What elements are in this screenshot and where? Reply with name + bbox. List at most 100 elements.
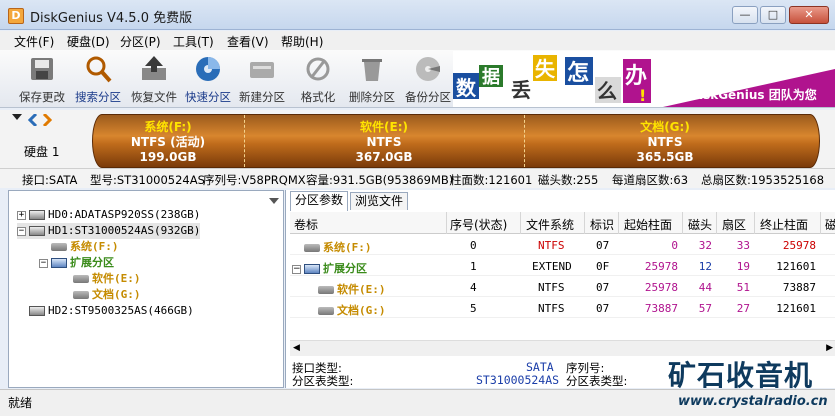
- row-filesystem: NTFS: [538, 302, 565, 315]
- partition-icon: [318, 307, 334, 315]
- row-end-cyl: 25978: [782, 239, 816, 252]
- partition-segment-system[interactable]: 系统(F:) NTFS (活动) 199.0GB: [92, 114, 244, 168]
- col-start-cyl[interactable]: 起始柱面: [624, 216, 672, 233]
- format-label: 格式化: [300, 90, 336, 104]
- menu-view[interactable]: 查看(V): [227, 33, 269, 50]
- next-disk-icon[interactable]: [42, 114, 52, 126]
- menu-help[interactable]: 帮助(H): [281, 33, 323, 50]
- row-head: 57: [698, 302, 712, 315]
- scroll-right-icon[interactable]: ▶: [826, 343, 833, 353]
- info-total-sectors: 总扇区数:1953525168: [701, 173, 825, 187]
- row-id: 07: [596, 281, 610, 294]
- row-label-cell: 软件(E:): [318, 281, 386, 297]
- row-filesystem: EXTEND: [532, 260, 572, 273]
- app-logo-icon: D: [8, 8, 24, 24]
- tree-label: 软件(E:): [92, 272, 141, 285]
- collapse-icon[interactable]: −: [17, 226, 26, 236]
- col-end-cyl[interactable]: 终止柱面: [760, 216, 808, 233]
- row-label: 文档(G:): [337, 304, 386, 317]
- col-head[interactable]: 磁头: [688, 216, 712, 233]
- banner-char-0: 数: [456, 76, 477, 100]
- col-filesystem[interactable]: 文件系统: [526, 216, 574, 233]
- row-id: 07: [596, 239, 610, 252]
- tree-partition-extended[interactable]: − 扩展分区: [39, 255, 114, 271]
- partition-segment-documents[interactable]: 文档(G:) NTFS 365.5GB: [524, 114, 806, 168]
- col-index[interactable]: 序号(状态): [450, 216, 507, 233]
- table-row[interactable]: 文档(G:) 5 NTFS 07 73887 57 27 121601: [290, 298, 835, 318]
- delete-partition-button[interactable]: 删除分区: [344, 52, 400, 106]
- row-end-cyl: 121601: [776, 260, 816, 273]
- info-interface: 接口:SATA: [22, 173, 78, 187]
- pane-collapse-icon[interactable]: [269, 193, 279, 204]
- collapse-arrow-icon[interactable]: [12, 114, 22, 122]
- banner-text: DiskGenius 团队为您: [689, 87, 817, 102]
- banner-char-4: 怎: [567, 60, 589, 86]
- segment-fs: NTFS: [647, 135, 683, 149]
- col-head-2[interactable]: 磁: [825, 216, 835, 233]
- col-divider: [754, 212, 755, 234]
- menu-tools[interactable]: 工具(T): [173, 33, 214, 50]
- segment-fs: NTFS: [130, 135, 166, 149]
- disk-tree: + HD0:ADATASP920SS(238GB) − HD1:ST31000524…: [8, 190, 284, 388]
- detail-iface-value: SATA: [526, 360, 554, 374]
- minimize-button[interactable]: —: [732, 6, 758, 24]
- tree-partition-documents[interactable]: 文档(G:): [73, 287, 141, 303]
- disk-info-line: 接口:SATA 型号:ST31000524AS 序列号:V58PRQMX 容量:…: [0, 168, 835, 188]
- partition-icon: [73, 291, 89, 299]
- table-row[interactable]: 软件(E:) 4 NTFS 07 25978 44 51 73887: [290, 277, 835, 297]
- backup-partition-button[interactable]: 备份分区: [400, 52, 456, 106]
- tab-partition-params[interactable]: 分区参数: [290, 191, 349, 211]
- tree-disk-hd1[interactable]: − HD1:ST31000524AS(932GB): [17, 223, 201, 239]
- save-changes-button[interactable]: 保存更改: [14, 52, 70, 106]
- format-button[interactable]: 格式化: [290, 52, 346, 106]
- close-button[interactable]: ✕: [789, 6, 829, 24]
- promo-banner[interactable]: 数 据 丢 失 怎 么 办 ! DiskGenius 团队为您: [453, 51, 835, 107]
- save-icon: [31, 58, 53, 80]
- col-sector[interactable]: 扇区: [722, 216, 746, 233]
- table-row[interactable]: − 扩展分区 1 EXTEND 0F 25978 12 19 121601: [290, 256, 835, 276]
- row-filesystem: NTFS: [538, 281, 565, 294]
- row-label: 系统(F:): [323, 241, 372, 254]
- status-text: 就绪: [8, 396, 33, 410]
- collapse-icon[interactable]: −: [39, 258, 48, 268]
- tab-browse-files[interactable]: 浏览文件: [350, 192, 409, 210]
- tree-partition-software[interactable]: 软件(E:): [73, 271, 141, 287]
- row-id: 07: [596, 302, 610, 315]
- restore-files-button[interactable]: 恢复文件: [126, 52, 182, 106]
- detail-model-value: ST31000524AS: [476, 373, 560, 387]
- row-sector: 27: [736, 302, 750, 315]
- tree-label: 文档(G:): [92, 288, 141, 301]
- col-divider: [716, 212, 717, 234]
- new-partition-icon: [250, 62, 274, 78]
- watermark-cn: 矿石收音机: [668, 359, 814, 392]
- table-row[interactable]: 系统(F:) 0 NTFS 07 0 32 33 25978: [290, 235, 835, 255]
- col-divider: [682, 212, 683, 234]
- scroll-left-icon[interactable]: ◀: [293, 343, 300, 353]
- row-filesystem: NTFS: [538, 239, 565, 252]
- tree-disk-hd0[interactable]: + HD0:ADATASP920SS(238GB): [17, 207, 200, 223]
- collapse-icon[interactable]: −: [292, 264, 301, 274]
- tree-label: HD1:ST31000524AS(932GB): [48, 224, 201, 237]
- tree-partition-system[interactable]: 系统(F:): [51, 239, 119, 255]
- expand-icon[interactable]: +: [17, 210, 26, 220]
- search-partition-button[interactable]: 搜索分区: [70, 52, 126, 106]
- hard-disk-icon: [29, 306, 45, 316]
- info-heads: 磁头数:255: [538, 173, 599, 187]
- partition-icon: [51, 243, 67, 251]
- partition-segment-software[interactable]: 软件(E:) NTFS 367.0GB: [244, 114, 524, 168]
- menu-disk[interactable]: 硬盘(D): [67, 33, 110, 50]
- col-volume[interactable]: 卷标: [294, 216, 318, 233]
- prev-disk-icon[interactable]: [28, 114, 38, 126]
- tree-disk-hd2[interactable]: HD2:ST9500325AS(466GB): [29, 303, 194, 319]
- row-sector: 51: [736, 281, 750, 294]
- new-partition-button[interactable]: 新建分区: [234, 52, 290, 106]
- col-id[interactable]: 标识: [590, 216, 614, 233]
- delete-icon: [362, 59, 382, 81]
- row-start-cyl: 0: [671, 239, 678, 252]
- maximize-button[interactable]: □: [760, 6, 786, 24]
- banner-char-1: 据: [482, 66, 500, 88]
- new-partition-label: 新建分区: [239, 90, 285, 104]
- menu-partition[interactable]: 分区(P): [120, 33, 161, 50]
- quick-partition-button[interactable]: 快速分区: [180, 52, 236, 106]
- menu-file[interactable]: 文件(F): [14, 33, 54, 50]
